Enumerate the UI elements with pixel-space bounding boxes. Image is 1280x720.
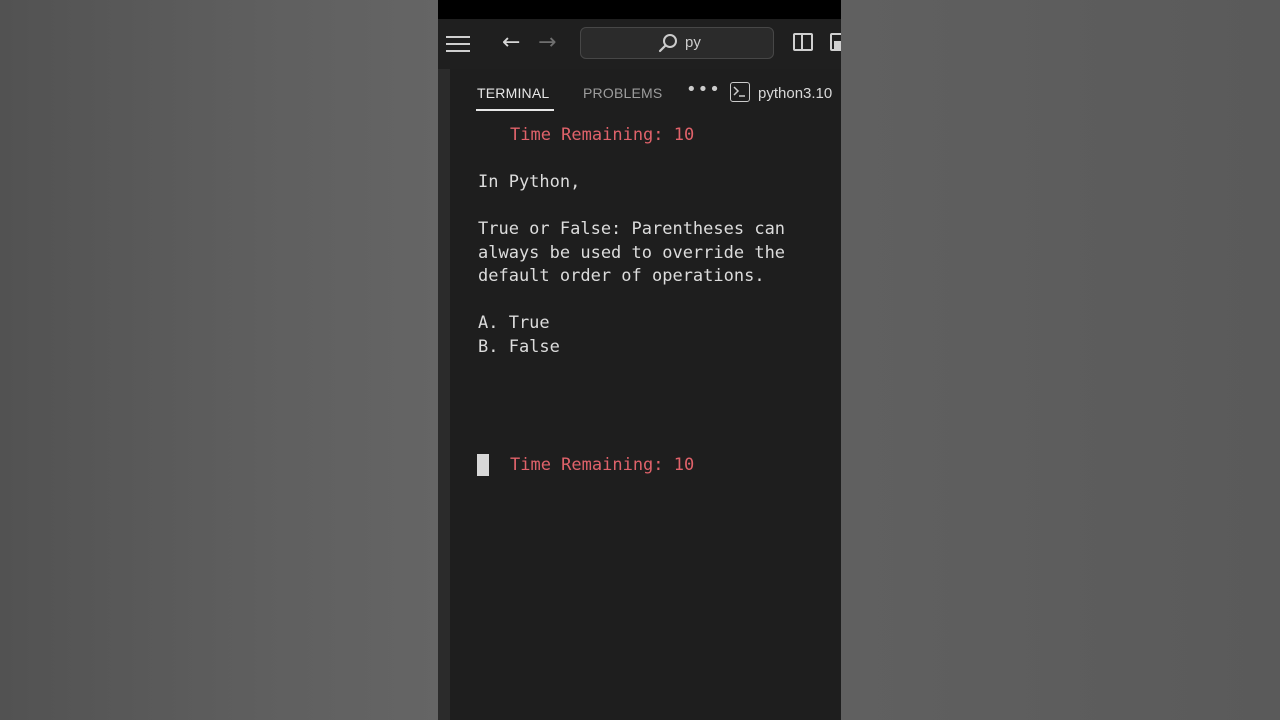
background-right: [841, 0, 1280, 720]
forward-arrow-icon[interactable]: →: [538, 31, 556, 55]
split-layout-icon[interactable]: [793, 33, 813, 51]
timer-top: Time Remaining: 10: [510, 125, 695, 145]
intro-line: In Python,: [478, 172, 581, 192]
question-line-3: default order of operations.: [478, 266, 765, 286]
search-input[interactable]: py: [580, 27, 774, 59]
back-arrow-icon[interactable]: ←: [502, 31, 520, 55]
option-b: B. False: [478, 336, 560, 357]
menu-icon[interactable]: [446, 35, 470, 53]
toolbar: ← → py: [438, 19, 841, 69]
background-left: [0, 0, 438, 720]
option-a: A. True: [478, 313, 550, 333]
question-line-2: always be used to override the: [478, 242, 786, 263]
panel-tabs: TERMINAL PROBLEMS ••• python3.10: [450, 69, 841, 113]
phone-screen: ← → py TERMINAL PROBLEMS ••• python3.10 …: [438, 0, 841, 720]
terminal-cursor: [477, 454, 489, 476]
active-tab-indicator: [476, 109, 554, 111]
terminal-panel: TERMINAL PROBLEMS ••• python3.10 Time Re…: [450, 69, 841, 720]
panel-layout-icon[interactable]: [830, 33, 841, 51]
question-line-1: True or False: Parentheses can: [478, 219, 786, 239]
tab-terminal[interactable]: TERMINAL: [477, 85, 549, 101]
timer-bottom: Time Remaining: 10: [510, 455, 695, 475]
terminal-icon: [730, 82, 750, 102]
search-text: py: [685, 34, 701, 51]
terminal-profile-label[interactable]: python3.10: [758, 85, 832, 102]
activity-strip: [438, 69, 450, 720]
search-icon: [658, 34, 677, 53]
tab-problems[interactable]: PROBLEMS: [583, 85, 662, 101]
more-icon[interactable]: •••: [686, 79, 721, 100]
status-bar: [438, 0, 841, 19]
